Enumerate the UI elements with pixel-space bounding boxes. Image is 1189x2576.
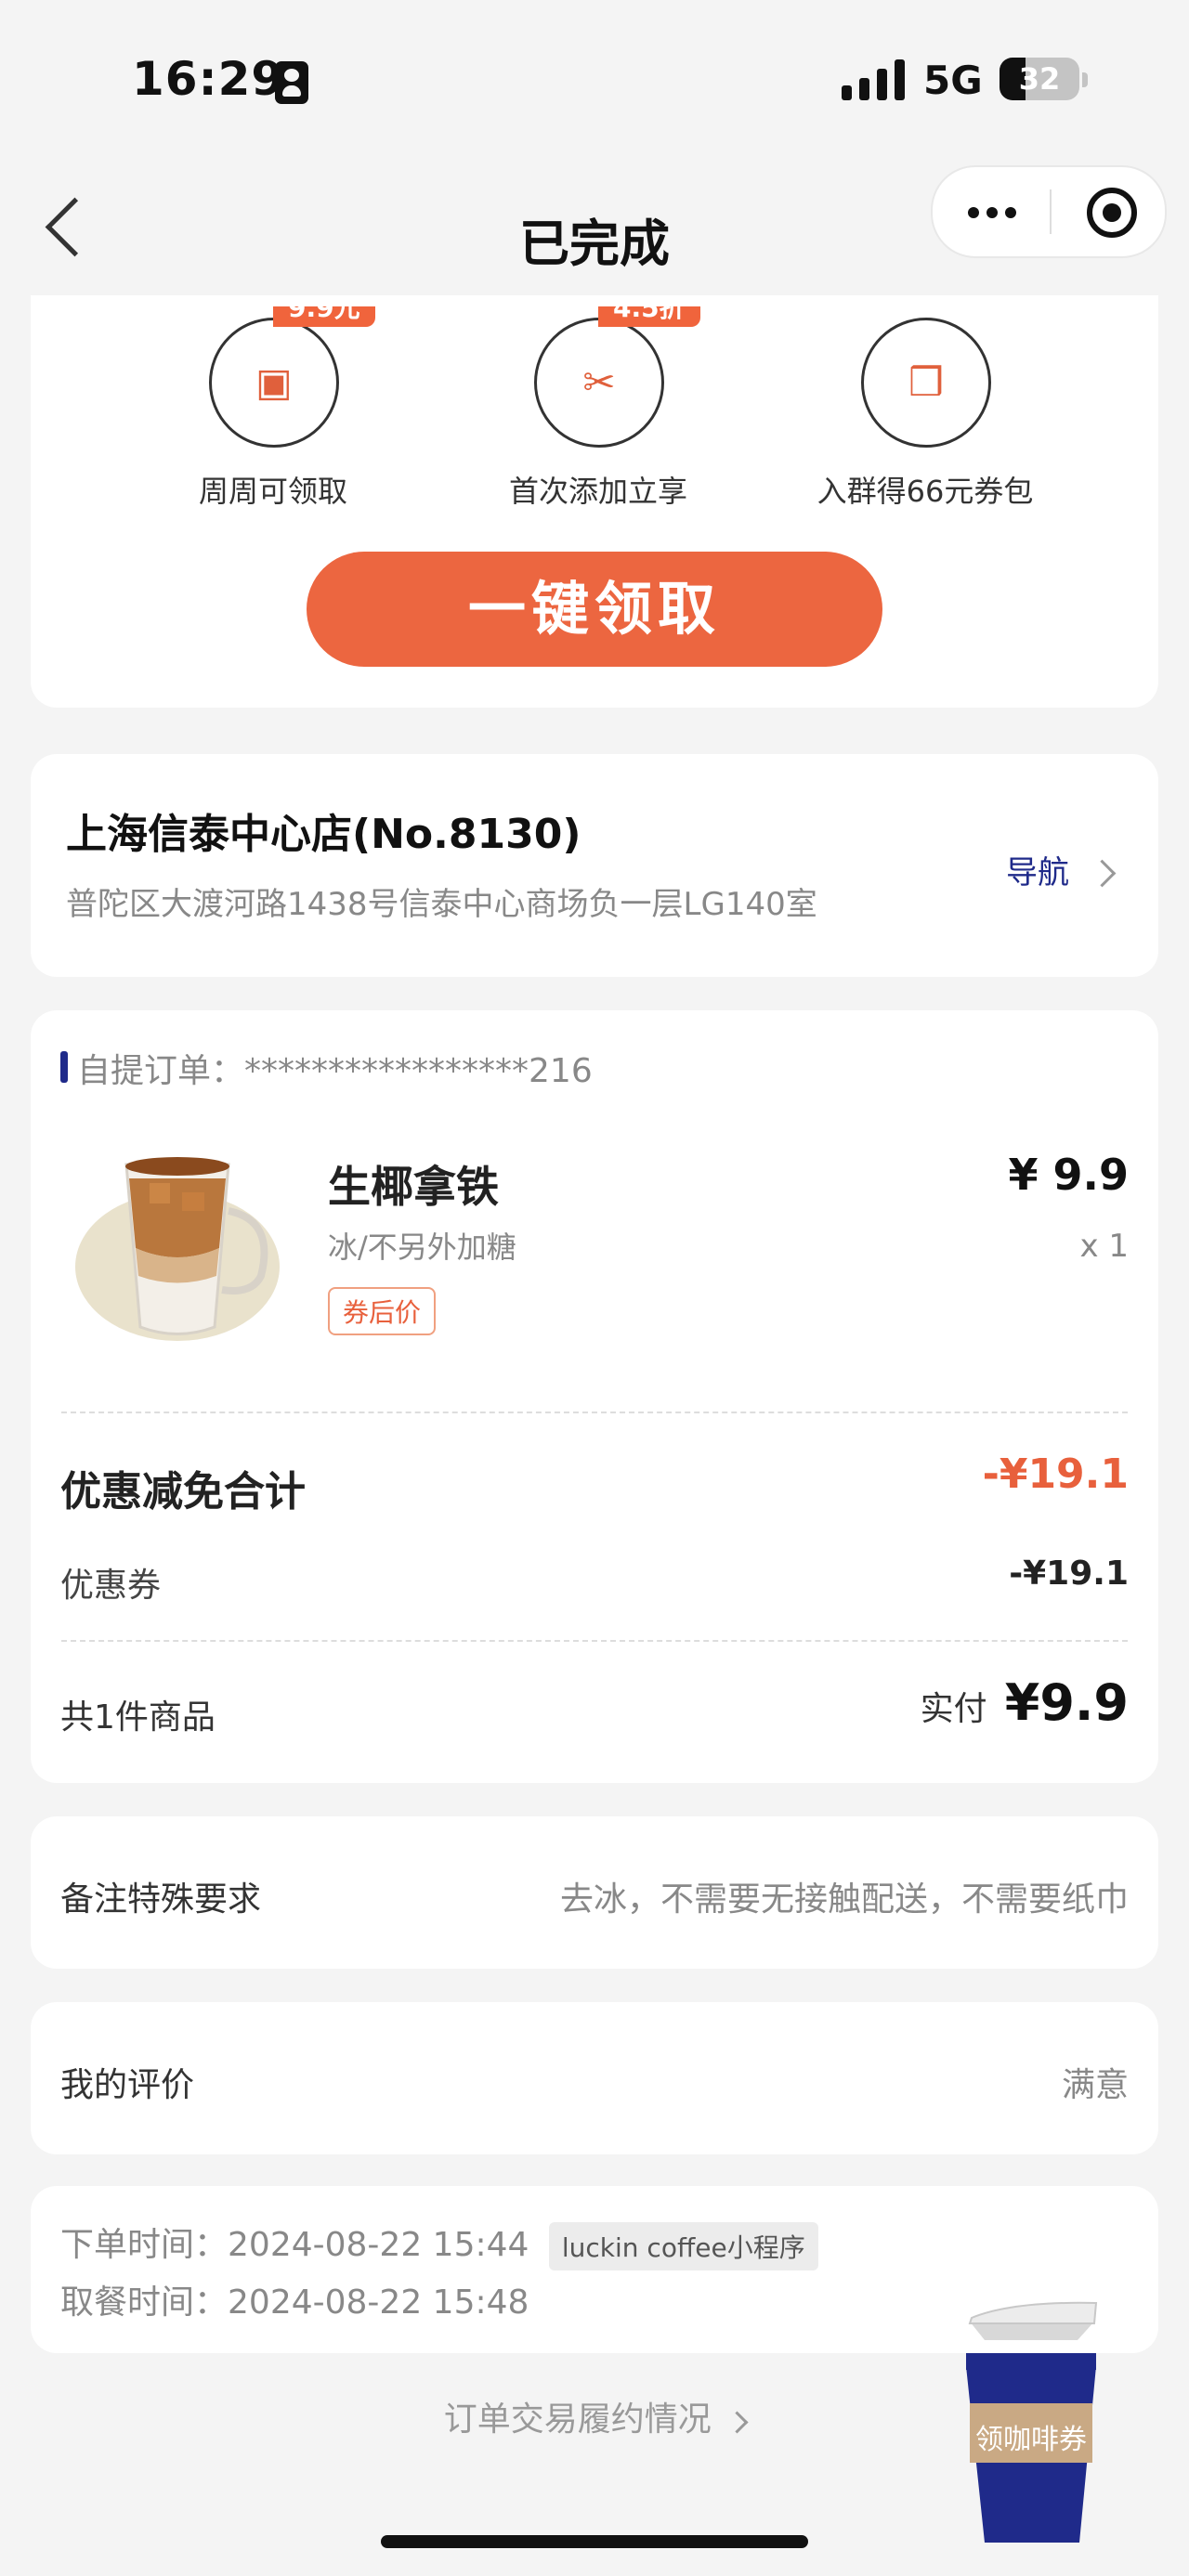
order-number-row: 自提订单：*****************216 (77, 1044, 593, 1092)
home-indicator[interactable] (381, 2535, 808, 2548)
remark-card: 备注特殊要求 去冰，不需要无接触配送，不需要纸巾 (31, 1816, 1158, 1969)
order-number: *****************216 (244, 1052, 593, 1090)
review-card[interactable]: 我的评价 满意 (31, 2002, 1158, 2154)
battery-icon: 32 (1000, 58, 1079, 100)
product-image (75, 1127, 298, 1350)
review-value: 满意 (1061, 2066, 1129, 2104)
navigate-link[interactable]: 导航 (1006, 847, 1117, 892)
benefit-circle: ▣ (209, 318, 339, 448)
chevron-right-icon (1088, 859, 1117, 888)
battery-tip (1082, 72, 1088, 87)
order-type-label: 自提订单： (77, 1052, 245, 1090)
store-name: 上海信泰中心店(No.8130) (66, 811, 581, 858)
fulfillment-label: 订单交易履约情况 (443, 2400, 712, 2439)
benefit-circle: ❒ (861, 318, 991, 448)
product-spec: 冰/不另外加糖 (328, 1229, 516, 1265)
discount-total-value: -¥19.1 (982, 1451, 1129, 1498)
product-quantity: x 1 (1079, 1228, 1129, 1265)
network-type: 5G (923, 58, 983, 103)
after-coupon-tag: 券后价 (328, 1287, 437, 1335)
paid-amount: 实付 ¥9.9 (921, 1673, 1129, 1732)
floating-coupon-label: 领咖啡券 (975, 2424, 1087, 2456)
pickup-time-label: 取餐时间： (60, 2283, 229, 2322)
benefit-label: 入群得66元券包 (817, 474, 1034, 509)
order-time-row: 下单时间：2024-08-22 15:44 luckin coffee小程序 (60, 2218, 818, 2270)
contact-card-icon (275, 61, 308, 104)
status-time: 16:29 (132, 52, 285, 106)
gift-icon: ❒ (908, 359, 944, 405)
wallet-icon: ▣ (255, 359, 293, 405)
order-card: 自提订单：*****************216 生椰拿铁 冰/不另外加糖 券… (31, 1010, 1158, 1783)
section-marker (60, 1051, 68, 1083)
store-card: 上海信泰中心店(No.8130) 普陀区大渡河路1438号信泰中心商场负一层LG… (31, 754, 1158, 977)
pickup-time: 2024-08-22 15:48 (228, 2283, 529, 2322)
divider (61, 1412, 1128, 1413)
review-label: 我的评价 (60, 2066, 195, 2104)
product-name: 生椰拿铁 (328, 1162, 499, 1212)
navigate-label: 导航 (1006, 854, 1069, 891)
benefit-label: 首次添加立享 (508, 474, 687, 509)
coupon-value: -¥19.1 (1009, 1555, 1129, 1593)
ticket-icon: ✂ (582, 359, 616, 405)
remark-value: 去冰，不需要无接触配送，不需要纸巾 (559, 1880, 1129, 1919)
status-bar: 16:29 5G 32 (0, 0, 1189, 139)
coupon-label: 优惠券 (60, 1567, 162, 1605)
paid-label: 实付 (920, 1690, 987, 1728)
miniprogram-capsule (931, 165, 1167, 258)
signal-icon (842, 58, 905, 100)
battery-level: 32 (1018, 61, 1061, 97)
close-miniprogram-icon[interactable] (1087, 188, 1137, 238)
more-icon[interactable] (968, 204, 1016, 222)
store-address: 普陀区大渡河路1438号信泰中心商场负一层LG140室 (66, 886, 817, 923)
claim-all-button[interactable]: 一键领取 (307, 552, 882, 667)
floating-coupon-button[interactable]: 领咖啡券 (957, 2284, 1105, 2563)
divider (61, 1640, 1128, 1642)
order-time: 2024-08-22 15:44 (228, 2226, 529, 2264)
pickup-time-row: 取餐时间：2024-08-22 15:48 (60, 2275, 529, 2323)
remark-label: 备注特殊要求 (60, 1880, 262, 1919)
discount-total-label: 优惠减免合计 (60, 1468, 306, 1516)
paid-value: ¥9.9 (1004, 1673, 1129, 1732)
benefit-label: 周周可领取 (198, 474, 347, 509)
product-price: ¥ 9.9 (1008, 1150, 1129, 1200)
source-badge: luckin coffee小程序 (548, 2222, 818, 2270)
order-time-label: 下单时间： (60, 2226, 229, 2264)
chevron-right-icon (725, 2411, 749, 2434)
item-count: 共1件商品 (60, 1698, 216, 1737)
card-top-edge (31, 295, 1158, 306)
benefit-circle: ✂ (534, 318, 664, 448)
